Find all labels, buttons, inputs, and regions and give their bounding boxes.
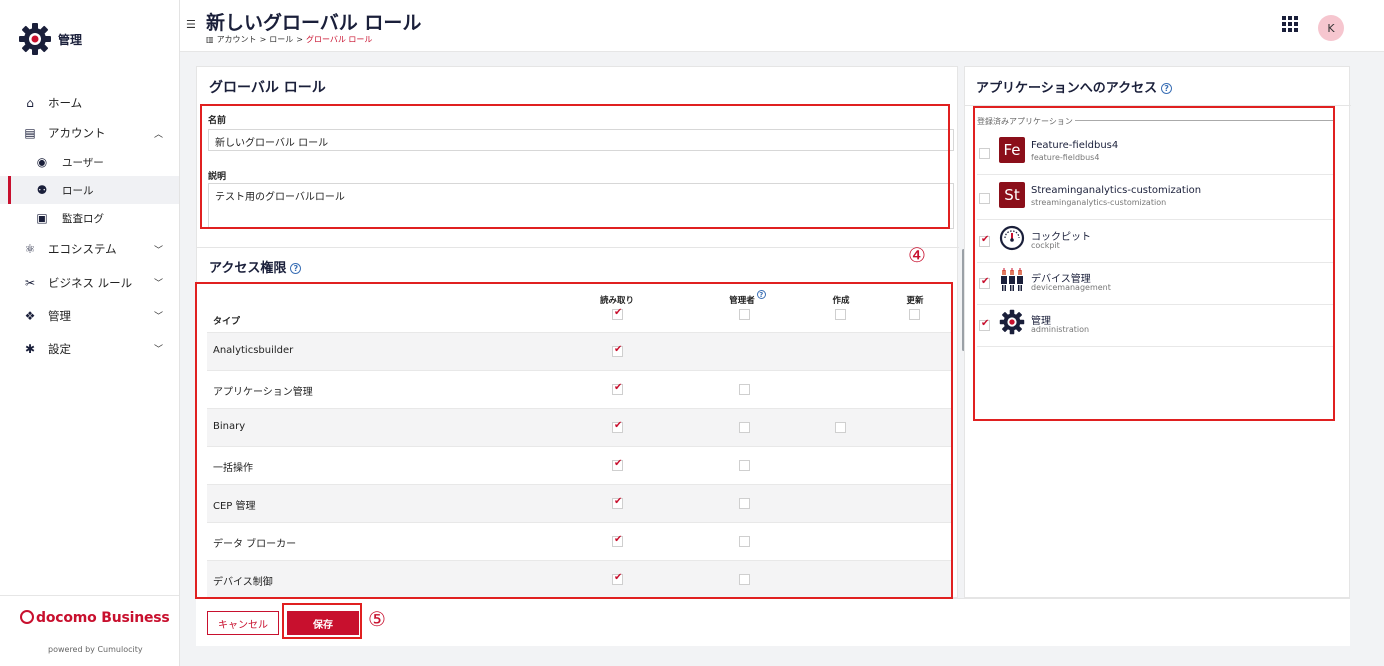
sidebar: 管理 ⌂ ホーム ▤ アカウント ︿ ◉ ユーザー ⚉ ロール ▣ 監査ログ ⚛…	[0, 0, 180, 666]
sidebar-item-label: ホーム	[48, 96, 83, 110]
sidebar-item-roles[interactable]: ⚉ ロール	[0, 176, 179, 204]
sidebar-item-label: ユーザー	[62, 156, 104, 169]
section-divider	[197, 247, 959, 248]
access-permissions-title: アクセス権限?	[209, 257, 302, 276]
annotation-box-applications	[973, 106, 1335, 421]
page-title: 新しいグローバル ロール	[206, 12, 422, 34]
annotation-box-permissions	[195, 282, 953, 599]
breadcrumb-sep: >	[296, 35, 303, 44]
app-switcher-icon[interactable]	[1282, 16, 1298, 32]
chevron-down-icon: ﹀	[153, 279, 163, 289]
audit-log-icon: ▣	[36, 211, 48, 225]
chevron-up-icon: ︿	[153, 129, 163, 140]
powered-by: powered by Cumulocity	[48, 645, 143, 654]
brand-title: 管理	[58, 32, 83, 47]
header: ☰ 新しいグローバル ロール ▥ アカウント > ロール > グローバル ロール…	[180, 0, 1384, 52]
sidebar-item-label: 監査ログ	[62, 212, 104, 225]
docomo-logo-mark	[20, 610, 34, 624]
breadcrumb-sep: >	[259, 35, 267, 44]
sidebar-item-account[interactable]: ▤ アカウント ︿	[0, 118, 179, 148]
sidebar-item-users[interactable]: ◉ ユーザー	[0, 148, 179, 176]
avatar[interactable]: K	[1318, 15, 1344, 41]
annotation-marker-5: ⑤	[368, 607, 386, 631]
breadcrumb-current: グローバル ロール	[305, 35, 373, 44]
user-icon: ◉	[36, 155, 48, 169]
tools-icon: ✂	[24, 275, 36, 290]
help-icon[interactable]: ?	[1161, 83, 1173, 94]
annotation-box-name-description	[200, 104, 950, 229]
chevron-down-icon: ﹀	[153, 345, 163, 355]
sidebar-item-label: ビジネス ルール	[48, 275, 133, 290]
brand[interactable]: 管理	[18, 22, 82, 56]
gear-icon	[18, 22, 52, 56]
users-group-icon: ⚉	[36, 183, 48, 197]
form-footer: キャンセル 保存 ⑤	[196, 598, 1350, 646]
collapse-menu-icon[interactable]: ☰	[186, 18, 196, 31]
global-role-title: グローバル ロール	[209, 80, 326, 96]
sidebar-item-admin[interactable]: ❖ 管理 ﹀	[0, 299, 179, 332]
sidebar-divider	[0, 595, 179, 596]
sidebar-item-home[interactable]: ⌂ ホーム	[0, 88, 179, 118]
home-icon: ⌂	[26, 96, 34, 110]
sidebar-item-audit-log[interactable]: ▣ 監査ログ	[0, 204, 179, 232]
breadcrumb-item[interactable]: アカウント	[217, 34, 257, 45]
cog-icon: ✱	[24, 341, 36, 356]
atom-icon: ⚛	[24, 242, 36, 256]
chevron-down-icon: ﹀	[153, 245, 163, 256]
sidebar-item-ecosystem[interactable]: ⚛ エコシステム ﹀	[0, 232, 179, 266]
chevron-down-icon: ﹀	[153, 312, 163, 322]
sidebar-item-business-rules[interactable]: ✂ ビジネス ルール ﹀	[0, 266, 179, 299]
sidebar-item-label: エコシステム	[48, 242, 117, 256]
annotation-box-save	[282, 603, 362, 639]
breadcrumb-item[interactable]: ロール	[269, 34, 293, 45]
breadcrumb-home-icon: ▥	[206, 35, 214, 44]
docomo-business-logo: docomo Business	[20, 610, 170, 626]
application-access-title: アプリケーションへのアクセス?	[976, 77, 1173, 96]
annotation-marker-4: ④	[908, 243, 926, 267]
sidebar-item-label: アカウント	[48, 126, 106, 140]
help-icon[interactable]: ?	[290, 263, 302, 274]
sidebar-item-label: 設定	[48, 341, 71, 356]
handshake-icon: ❖	[24, 308, 36, 323]
account-icon: ▤	[24, 126, 36, 140]
sidebar-item-settings[interactable]: ✱ 設定 ﹀	[0, 332, 179, 365]
breadcrumb: ▥ アカウント > ロール > グローバル ロール	[206, 34, 372, 45]
sidebar-item-label: 管理	[48, 308, 71, 323]
sidebar-item-label: ロール	[62, 184, 94, 197]
cancel-button[interactable]: キャンセル	[207, 611, 279, 635]
sidebar-nav: ⌂ ホーム ▤ アカウント ︿ ◉ ユーザー ⚉ ロール ▣ 監査ログ ⚛ エコ…	[0, 88, 179, 365]
